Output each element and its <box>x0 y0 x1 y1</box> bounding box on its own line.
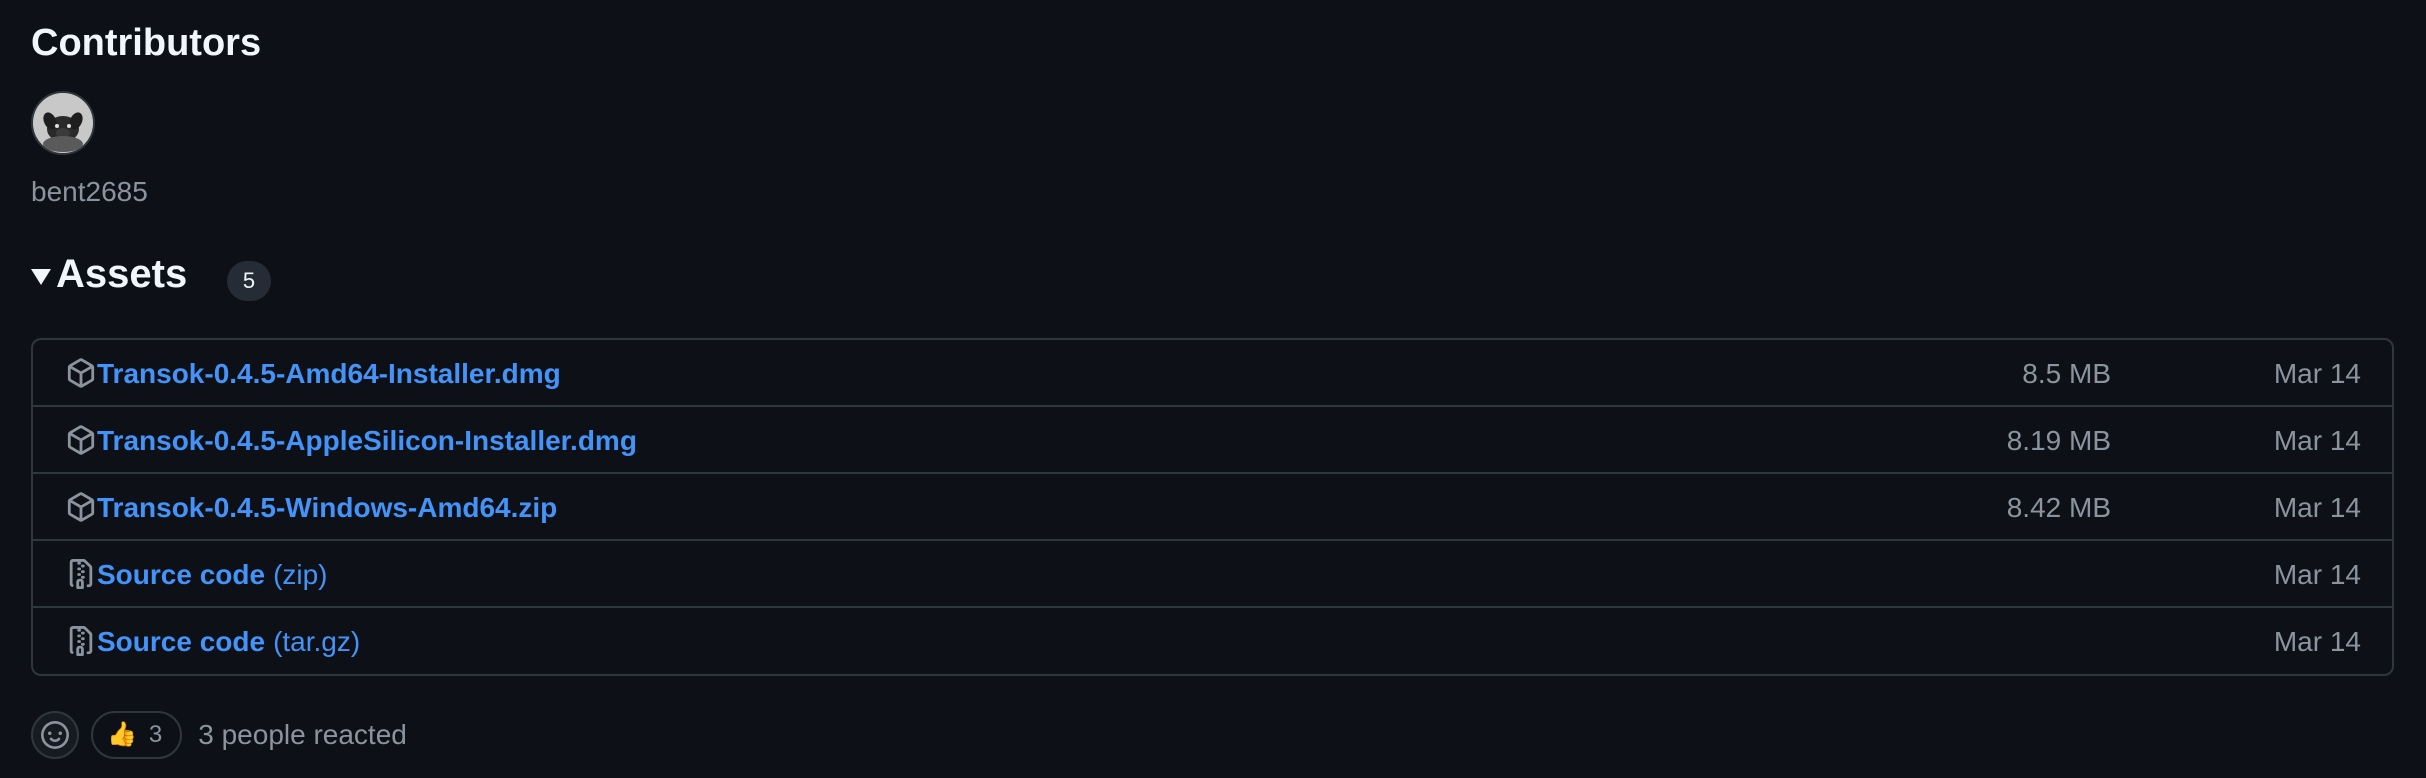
reactions-bar: 👍 3 3 people reacted <box>31 711 407 759</box>
asset-date: Mar 14 <box>2273 626 2361 657</box>
assets-heading: Assets <box>56 252 188 296</box>
asset-download-link[interactable]: Transok-0.4.5-AppleSilicon-Installer.dmg <box>97 425 637 457</box>
asset-row: Source code (zip) Mar 14 <box>33 541 2392 608</box>
asset-size: 8.5 MB <box>2022 358 2111 389</box>
asset-row: Transok-0.4.5-Windows-Amd64.zip 8.42 MB … <box>33 474 2392 541</box>
smiley-icon <box>41 721 69 749</box>
package-icon <box>67 425 95 455</box>
package-icon <box>67 358 95 388</box>
dog-avatar-icon <box>33 93 93 153</box>
asset-size: 8.42 MB <box>2006 492 2111 523</box>
contributor-name[interactable]: bent2685 <box>31 176 148 208</box>
asset-row: Source code (tar.gz) Mar 14 <box>33 608 2392 674</box>
source-code-zip-link[interactable]: Source code (zip) <box>97 559 328 591</box>
file-zip-icon <box>69 626 93 656</box>
file-zip-icon <box>69 559 93 589</box>
asset-format: (tar.gz) <box>273 626 361 657</box>
reaction-summary: 3 people reacted <box>198 719 407 750</box>
asset-size: 8.19 MB <box>2006 425 2111 456</box>
asset-row: Transok-0.4.5-AppleSilicon-Installer.dmg… <box>33 407 2392 474</box>
asset-name: Transok-0.4.5-Windows-Amd64.zip <box>97 492 558 523</box>
asset-name: Transok-0.4.5-Amd64-Installer.dmg <box>97 358 561 389</box>
assets-list: Transok-0.4.5-Amd64-Installer.dmg 8.5 MB… <box>31 338 2394 676</box>
asset-date: Mar 14 <box>2273 425 2361 456</box>
thumbs-up-reaction[interactable]: 👍 3 <box>91 711 183 759</box>
contributors-heading: Contributors <box>31 22 262 64</box>
source-code-targz-link[interactable]: Source code (tar.gz) <box>97 626 360 658</box>
asset-format: (zip) <box>273 559 328 590</box>
reaction-count: 3 <box>148 721 163 748</box>
asset-download-link[interactable]: Transok-0.4.5-Windows-Amd64.zip <box>97 492 557 524</box>
add-reaction-button[interactable] <box>31 711 79 759</box>
asset-date: Mar 14 <box>2273 559 2361 590</box>
asset-date: Mar 14 <box>2273 358 2361 389</box>
asset-name: Transok-0.4.5-AppleSilicon-Installer.dmg <box>97 425 637 456</box>
asset-date: Mar 14 <box>2273 492 2361 523</box>
thumbs-up-icon: 👍 <box>107 721 137 748</box>
assets-count-badge: 5 <box>227 261 271 301</box>
triangle-down-icon <box>31 268 51 285</box>
asset-name: Source code <box>97 559 266 590</box>
avatar[interactable] <box>31 91 95 155</box>
package-icon <box>67 492 95 522</box>
asset-name: Source code <box>97 626 266 657</box>
asset-row: Transok-0.4.5-Amd64-Installer.dmg 8.5 MB… <box>33 340 2392 407</box>
asset-download-link[interactable]: Transok-0.4.5-Amd64-Installer.dmg <box>97 358 561 390</box>
release-section: Contributors bent2685 Assets 5 Transok-0… <box>0 0 2426 778</box>
assets-toggle[interactable]: Assets <box>31 252 187 297</box>
